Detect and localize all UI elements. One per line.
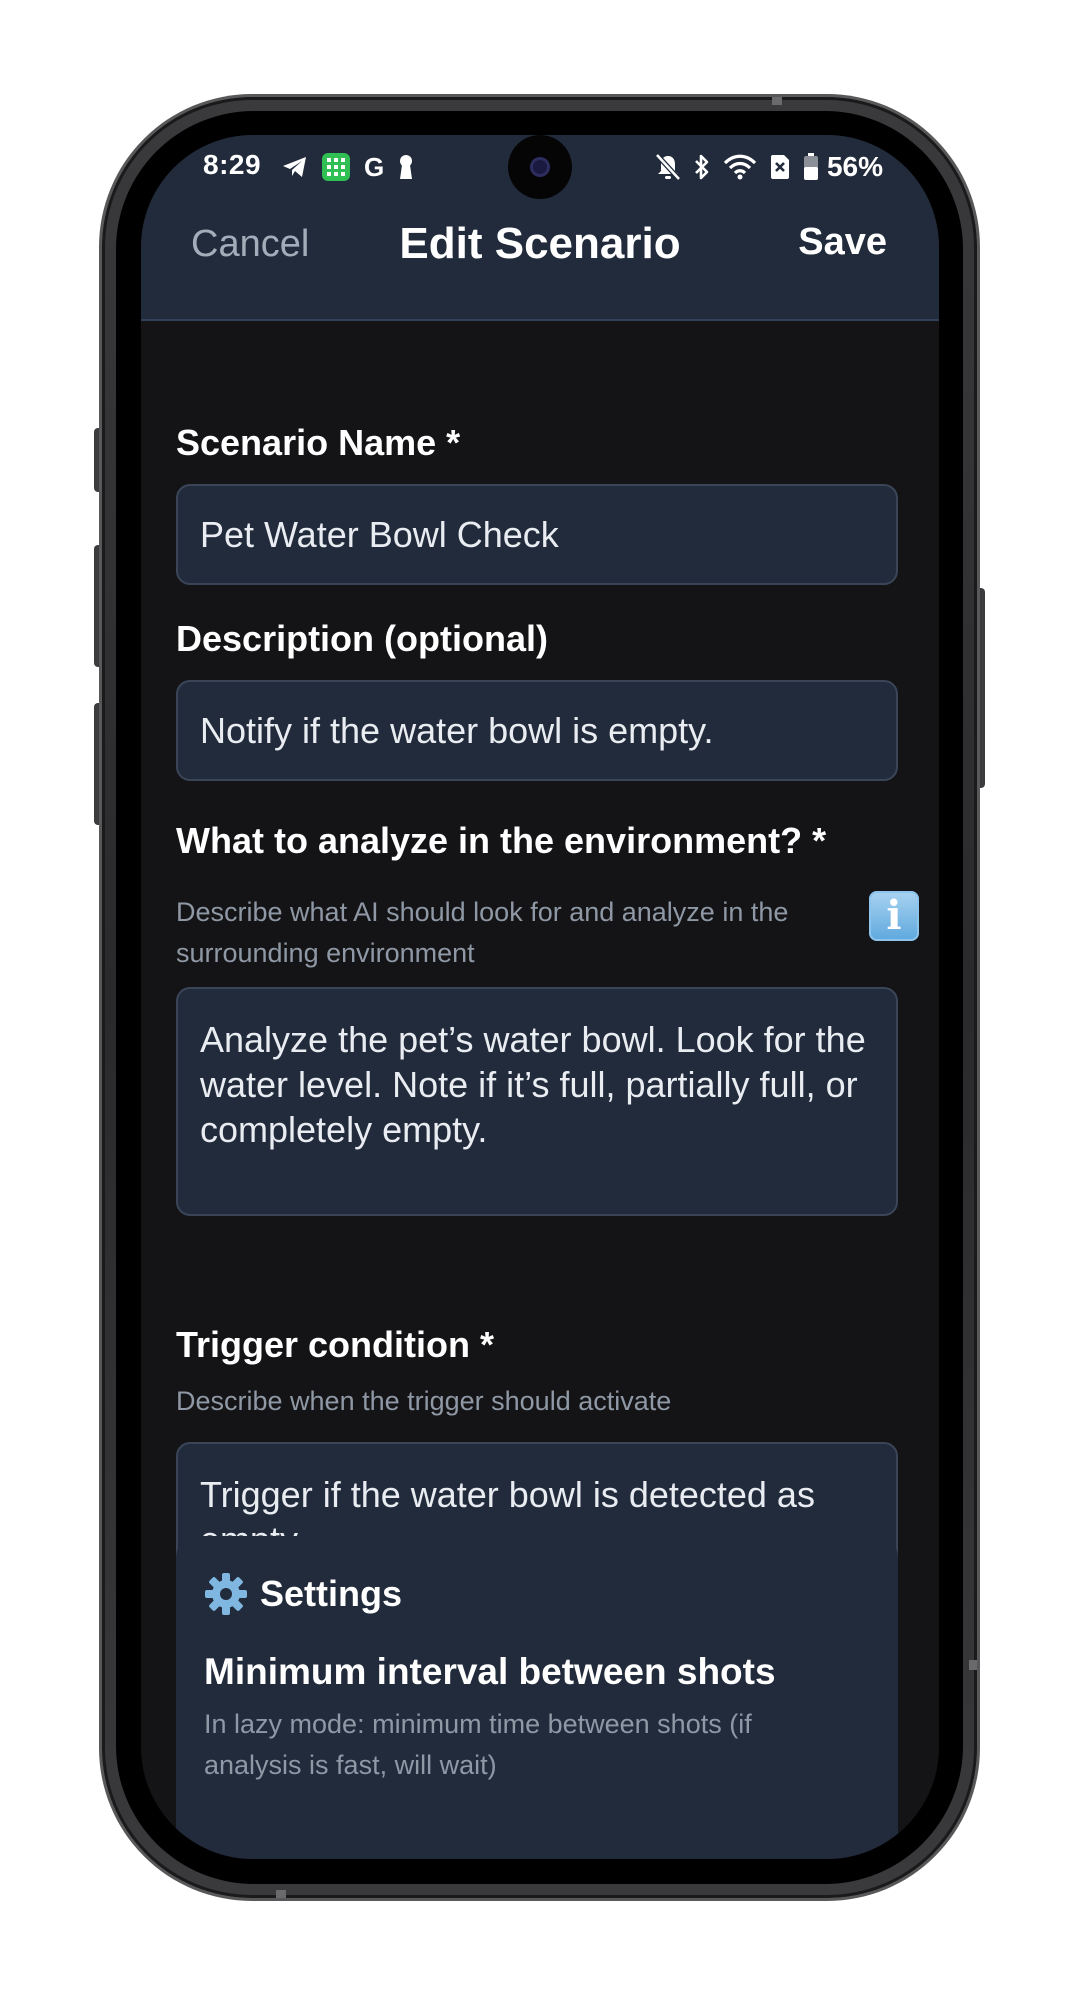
battery-icon [803,153,818,180]
sim-off-icon [770,155,789,179]
description-label: Description (optional) [176,618,548,659]
scenario-name-input[interactable]: Pet Water Bowl Check [176,484,898,585]
telegram-icon [283,157,306,177]
keyhole-icon [400,155,413,179]
app-header: 8:29 G 56% Cancel Edit Scenario Save [141,135,939,321]
battery-percent: 56% [826,151,883,182]
calculator-app-icon [322,153,350,181]
status-bar: 8:29 G 56% [141,135,939,199]
cancel-button[interactable]: Cancel [191,223,309,266]
wifi-icon [723,154,757,180]
antenna-line [772,97,782,105]
analyze-label: What to analyze in the environment? * [176,820,827,861]
device-mockup: 8:29 G 56% Cancel Edit Scenario Save Sce… [0,0,1080,2000]
info-icon[interactable]: i [869,891,919,941]
bell-muted-icon [655,153,681,181]
min-interval-hint: In lazy mode: minimum time between shots… [204,1709,752,1780]
settings-card: Settings Minimum interval between shots … [176,1536,898,1859]
analyze-hint: Describe what AI should look for and ana… [176,897,789,968]
power-button [976,588,985,788]
antenna-line [969,1660,977,1670]
bluetooth-icon [695,154,709,180]
antenna-line [276,1890,286,1898]
trigger-hint: Describe when the trigger should activat… [176,1386,672,1416]
google-icon: G [364,151,385,182]
analyze-textarea[interactable]: Analyze the pet’s water bowl. Look for t… [176,987,898,1216]
settings-header: Settings [204,1572,402,1616]
gear-icon [205,1573,247,1615]
trigger-label: Trigger condition * [176,1324,495,1365]
notification-icons: G [282,151,414,183]
scenario-name-label: Scenario Name * [176,422,461,463]
screen: 8:29 G 56% Cancel Edit Scenario Save Sce… [141,135,939,1859]
settings-title: Settings [260,1573,403,1614]
status-time: 8:29 [203,149,262,180]
save-button[interactable]: Save [798,221,887,264]
front-camera [508,135,572,199]
description-input[interactable]: Notify if the water bowl is empty. [176,680,898,781]
min-interval-title: Minimum interval between shots [204,1651,776,1692]
system-icons: 56% [655,151,883,183]
